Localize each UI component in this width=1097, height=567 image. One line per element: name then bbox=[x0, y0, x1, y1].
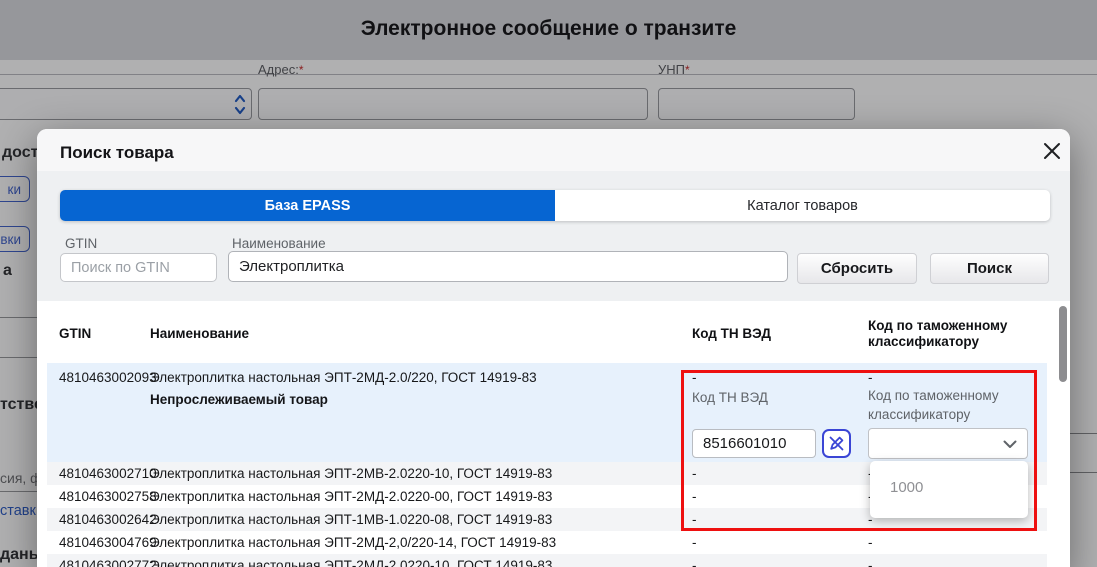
row-customs-value: - bbox=[868, 535, 873, 550]
row-gtin: 4810463002710 bbox=[59, 466, 157, 481]
customs-code-dropdown: 1000 bbox=[870, 461, 1028, 518]
tnved-field-label: Код ТН ВЭД bbox=[692, 390, 768, 405]
row-name: Электроплитка настольная ЭПТ-2МВ-2.0220-… bbox=[150, 466, 552, 481]
tab-catalog[interactable]: Каталог товаров bbox=[555, 190, 1050, 221]
column-header-tnved: Код ТН ВЭД bbox=[692, 326, 771, 341]
modal-title: Поиск товара bbox=[60, 143, 174, 163]
name-search-label: Наименование bbox=[232, 236, 326, 251]
source-tabs: База EPASS Каталог товаров bbox=[60, 190, 1050, 221]
gtin-search-input[interactable] bbox=[60, 253, 217, 282]
scrollbar-thumb[interactable] bbox=[1059, 306, 1067, 382]
tnved-classifier-button[interactable] bbox=[822, 429, 851, 458]
column-header-name: Наименование bbox=[150, 326, 249, 341]
row-gtin: 4810463004769 bbox=[59, 535, 157, 550]
customs-field-label: Код по таможенному классификатору bbox=[868, 387, 1038, 425]
row-name: Электроплитка настольная ЭПТ-2МД-2.0/220… bbox=[150, 370, 537, 385]
tab-epass[interactable]: База EPASS bbox=[60, 190, 555, 221]
column-header-gtin: GTIN bbox=[59, 326, 91, 341]
row-customs-value: - bbox=[868, 370, 873, 385]
table-row[interactable]: 4810463004769 Электроплитка настольная Э… bbox=[47, 531, 1047, 554]
row-tnved-value: - bbox=[692, 558, 697, 567]
edit-off-icon bbox=[827, 434, 846, 453]
search-button[interactable]: Поиск bbox=[930, 253, 1049, 284]
non-traceable-note: Непрослеживаемый товар bbox=[150, 392, 328, 407]
select-chevron-icon bbox=[1003, 440, 1017, 449]
column-header-customs: Код по таможенному классификатору bbox=[868, 318, 1023, 350]
row-tnved-value: - bbox=[692, 535, 697, 550]
row-tnved-value: - bbox=[692, 466, 697, 481]
row-gtin: 4810463002093 bbox=[59, 370, 157, 385]
row-name: Электроплитка настольная ЭПТ-2МД-2,0/220… bbox=[150, 535, 556, 550]
name-search-input[interactable] bbox=[228, 251, 788, 282]
row-name: Электроплитка настольная ЭПТ-1МВ-1.0220-… bbox=[150, 512, 552, 527]
table-row[interactable]: 4810463002772 Электроплитка настольная Э… bbox=[47, 554, 1047, 567]
modal-header bbox=[37, 129, 1070, 171]
product-search-modal: Поиск товара База EPASS Каталог товаров … bbox=[37, 129, 1070, 567]
screen: Электронное сообщение о транзите Адрес:*… bbox=[0, 0, 1097, 567]
dropdown-option[interactable]: 1000 bbox=[870, 461, 1028, 496]
close-button[interactable] bbox=[1040, 140, 1064, 164]
gtin-search-label: GTIN bbox=[65, 236, 97, 251]
row-gtin: 4810463002758 bbox=[59, 489, 157, 504]
row-tnved-value: - bbox=[692, 512, 697, 527]
reset-button[interactable]: Сбросить bbox=[797, 253, 917, 284]
row-name: Электроплитка настольная ЭПТ-2МД-2.0220-… bbox=[150, 489, 552, 504]
tnved-code-input[interactable] bbox=[692, 429, 816, 458]
table-row-selected[interactable]: 4810463002093 Электроплитка настольная Э… bbox=[47, 363, 1047, 462]
row-gtin: 4810463002642 bbox=[59, 512, 157, 527]
customs-code-select[interactable] bbox=[868, 428, 1028, 459]
row-name: Электроплитка настольная ЭПТ-2МД-2.0220-… bbox=[150, 558, 552, 567]
row-customs-value: - bbox=[868, 558, 873, 567]
row-tnved-value: - bbox=[692, 370, 697, 385]
close-icon bbox=[1042, 141, 1062, 161]
row-gtin: 4810463002772 bbox=[59, 558, 157, 567]
row-tnved-value: - bbox=[692, 489, 697, 504]
